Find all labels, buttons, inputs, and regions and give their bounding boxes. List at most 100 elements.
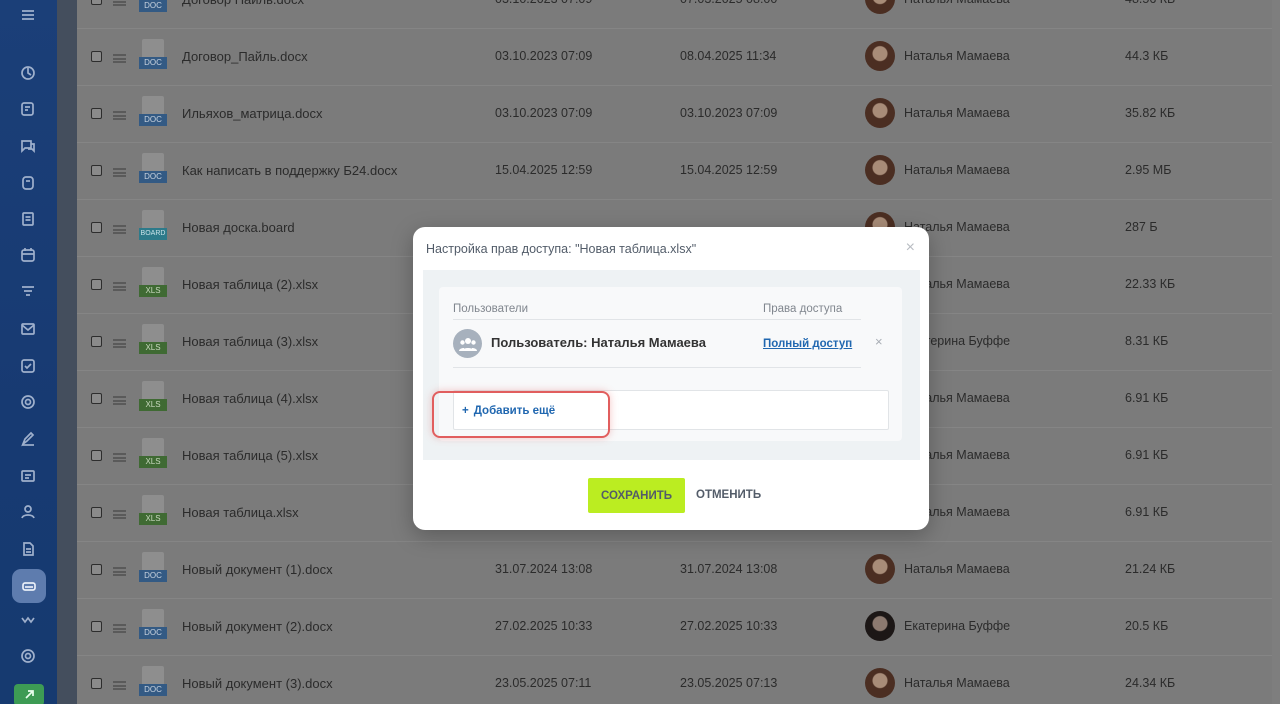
file-name[interactable]: Новый документ (1).docx (182, 562, 333, 577)
calendar-icon[interactable] (16, 243, 40, 267)
sign-pen-icon[interactable] (16, 427, 40, 451)
close-icon[interactable]: × (906, 239, 915, 257)
avatar[interactable] (865, 611, 895, 641)
row-checkbox[interactable] (91, 222, 102, 233)
crm-funnel-icon[interactable] (16, 280, 40, 304)
file-type-icon: DOC (139, 39, 167, 71)
file-row[interactable]: DOC Новый документ (3).docx 23.05.2025 07:… (77, 656, 1272, 704)
row-checkbox[interactable] (91, 108, 102, 119)
file-size: 6.91 КБ (1125, 391, 1169, 405)
access-level-link[interactable]: Полный доступ (763, 338, 852, 350)
modified-date: 08.04.2025 11:34 (680, 49, 777, 63)
file-row[interactable]: DOC Ильяхов_матрица.docx 03.10.2023 07:09 0… (77, 86, 1272, 143)
activity-icon[interactable] (16, 61, 40, 85)
file-row[interactable]: DOC Договор Пайль.docx 03.10.2023 07:09 07.… (77, 0, 1272, 29)
owner-name[interactable]: Наталья Мамаева (904, 49, 1010, 63)
owner-name[interactable]: Наталья Мамаева (904, 163, 1010, 177)
owner-name[interactable]: Наталья Мамаева (904, 0, 1010, 6)
employees-icon[interactable] (16, 500, 40, 524)
chat-icon[interactable] (16, 134, 40, 158)
avatar[interactable] (865, 41, 895, 71)
row-checkbox[interactable] (91, 0, 102, 5)
owner-name[interactable]: Наталья Мамаева (904, 676, 1010, 690)
remove-user-icon[interactable]: × (875, 334, 883, 349)
avatar[interactable] (865, 0, 895, 14)
user-entry-name: Пользователь: Наталья Мамаева (491, 335, 706, 350)
created-date: 15.04.2025 12:59 (495, 163, 593, 177)
row-checkbox[interactable] (91, 564, 102, 575)
file-name[interactable]: Новая таблица (3).xlsx (182, 334, 318, 349)
tasks-edit-icon[interactable] (16, 97, 40, 121)
avatar[interactable] (865, 668, 895, 698)
row-checkbox[interactable] (91, 279, 102, 290)
file-name[interactable]: Новая доска.board (182, 220, 295, 235)
drag-handle-icon[interactable] (113, 396, 126, 405)
drag-handle-icon[interactable] (113, 282, 126, 291)
row-checkbox[interactable] (91, 393, 102, 404)
drag-handle-icon[interactable] (113, 0, 126, 6)
file-name[interactable]: Договор_Пайль.docx (182, 49, 308, 64)
avatar[interactable] (865, 98, 895, 128)
row-checkbox[interactable] (91, 51, 102, 62)
file-name[interactable]: Новая таблица (2).xlsx (182, 277, 318, 292)
drag-handle-icon[interactable] (113, 168, 126, 177)
feed-icon[interactable] (16, 207, 40, 231)
file-row[interactable]: DOC Новый документ (1).docx 31.07.2024 13:… (77, 542, 1272, 599)
file-name[interactable]: Договор Пайль.docx (182, 0, 304, 7)
file-name[interactable]: Новая таблица (4).xlsx (182, 391, 318, 406)
drag-handle-icon[interactable] (113, 339, 126, 348)
file-row[interactable]: DOC Договор_Пайль.docx 03.10.2023 07:09 08.… (77, 29, 1272, 86)
mail-icon[interactable] (16, 317, 40, 341)
row-checkbox[interactable] (91, 336, 102, 347)
modified-date: 31.07.2024 13:08 (680, 562, 778, 576)
sidebar-divider (57, 0, 77, 704)
save-button[interactable]: СОХРАНИТЬ (588, 478, 685, 513)
file-name[interactable]: Как написать в поддержку Б24.docx (182, 163, 397, 178)
row-checkbox[interactable] (91, 450, 102, 461)
permissions-panel: Пользователи Права доступа Пользователь:… (439, 287, 902, 441)
disk-drive-icon[interactable] (12, 569, 46, 603)
avatar[interactable] (865, 155, 895, 185)
settings-gear-icon[interactable] (16, 644, 40, 668)
add-more-link[interactable]: + Добавить ещё (462, 405, 555, 417)
file-name[interactable]: Новый документ (3).docx (182, 676, 333, 691)
file-name[interactable]: Новая таблица (5).xlsx (182, 448, 318, 463)
goals-icon[interactable] (16, 390, 40, 414)
document-icon[interactable] (16, 537, 40, 561)
drag-handle-icon[interactable] (113, 567, 126, 576)
file-name[interactable]: Новая таблица.xlsx (182, 505, 299, 520)
rocket-icon[interactable] (14, 684, 44, 704)
file-type-icon: DOC (139, 552, 167, 584)
more-apps-icon[interactable] (16, 609, 40, 633)
drag-handle-icon[interactable] (113, 453, 126, 462)
drag-handle-icon[interactable] (113, 681, 126, 690)
owner-name[interactable]: Наталья Мамаева (904, 562, 1010, 576)
file-row[interactable]: DOC Новый документ (2).docx 27.02.2025 10:… (77, 599, 1272, 656)
file-name[interactable]: Ильяхов_матрица.docx (182, 106, 323, 121)
avatar[interactable] (865, 554, 895, 584)
row-checkbox[interactable] (91, 621, 102, 632)
drag-handle-icon[interactable] (113, 225, 126, 234)
drag-handle-icon[interactable] (113, 510, 126, 519)
scrollbar[interactable] (1272, 0, 1280, 704)
drag-handle-icon[interactable] (113, 624, 126, 633)
drag-handle-icon[interactable] (113, 111, 126, 120)
file-name[interactable]: Новый документ (2).docx (182, 619, 333, 634)
owner-name[interactable]: Наталья Мамаева (904, 106, 1010, 120)
header-divider (453, 319, 861, 320)
drag-handle-icon[interactable] (113, 54, 126, 63)
menu-icon[interactable] (16, 3, 40, 27)
file-row[interactable]: DOC Как написать в поддержку Б24.docx 15.0… (77, 143, 1272, 200)
left-sidebar (0, 0, 57, 704)
file-size: 6.91 КБ (1125, 448, 1169, 462)
owner-name[interactable]: Екатерина Буффе (904, 619, 1010, 633)
row-checkbox[interactable] (91, 678, 102, 689)
row-checkbox[interactable] (91, 165, 102, 176)
modified-date: 15.04.2025 12:59 (680, 163, 778, 177)
contact-card-icon[interactable] (16, 464, 40, 488)
created-date: 03.10.2023 07:09 (495, 106, 593, 120)
calls-icon[interactable] (16, 171, 40, 195)
cancel-button[interactable]: ОТМЕНИТЬ (696, 489, 761, 501)
row-checkbox[interactable] (91, 507, 102, 518)
task-check-icon[interactable] (16, 354, 40, 378)
